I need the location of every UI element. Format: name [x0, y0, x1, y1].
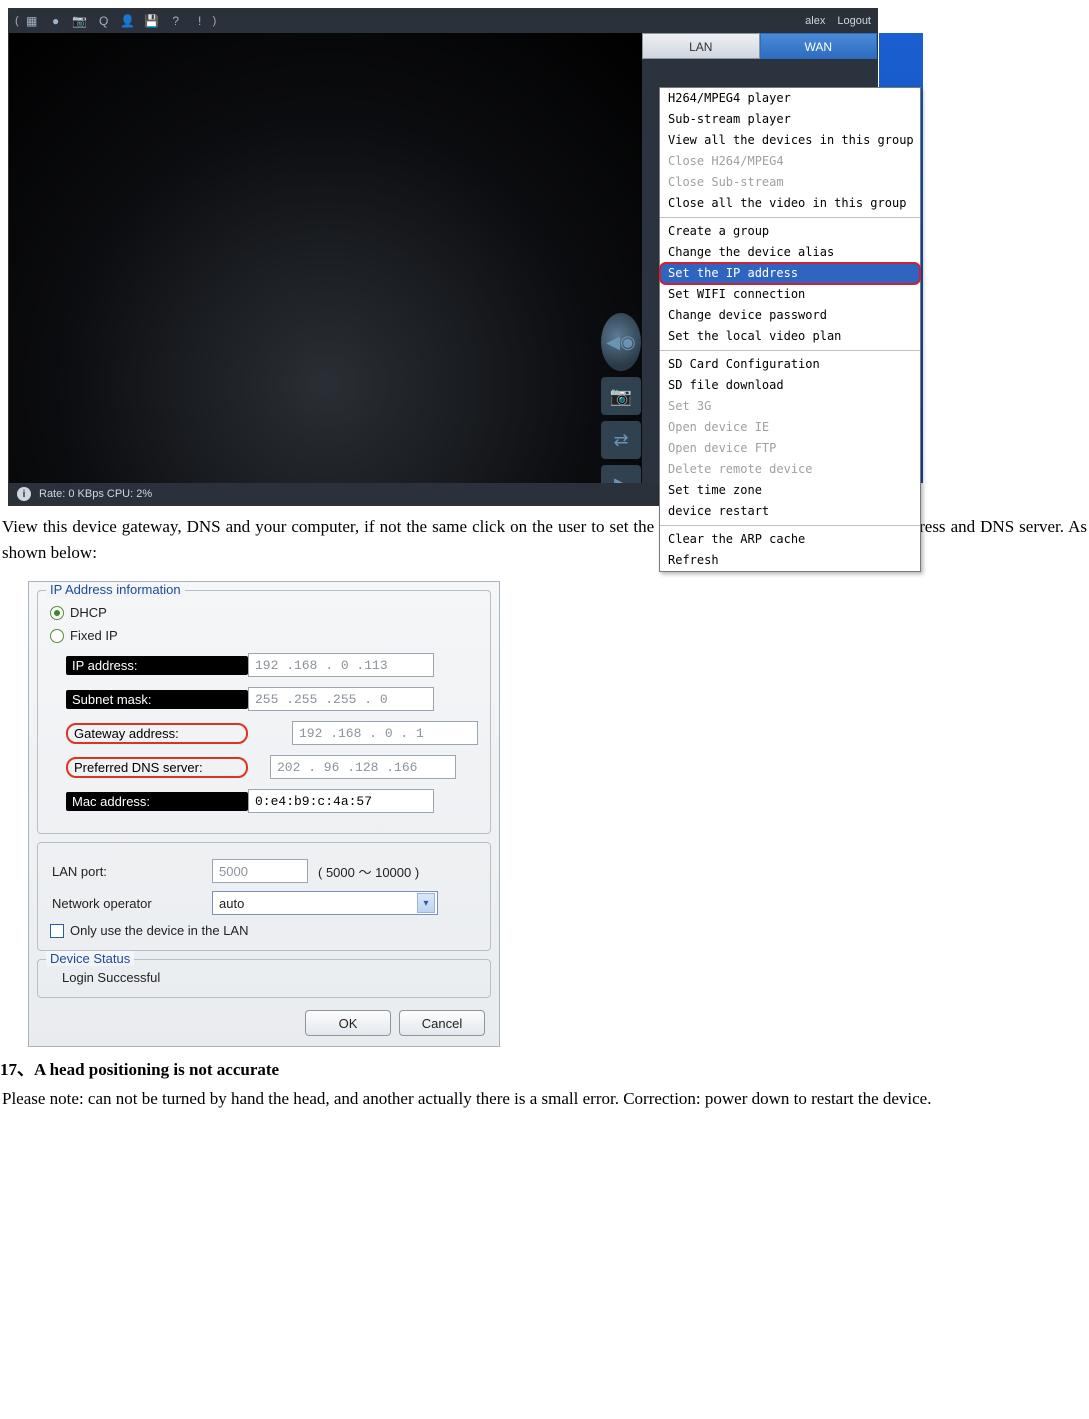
ip-address-label: IP address: — [66, 656, 248, 675]
ptz-side-controls: ◀◉ 📷 ⇄ ▶ — [601, 313, 641, 503]
app-toolbar: ( ▦ ● 📷 Q 👤 💾 ? ! ) alex Logout — [9, 9, 877, 33]
chevron-down-icon[interactable]: ▾ — [417, 893, 435, 913]
doc-heading-17: 17、A head positioning is not accurate — [0, 1055, 1089, 1080]
ptz-swap-icon[interactable]: ⇄ — [601, 421, 641, 459]
mac-address-label: Mac address: — [66, 792, 248, 811]
status-text: Rate: 0 KBps CPU: 2% — [39, 488, 152, 500]
device-context-menu: H264/MPEG4 player Sub-stream player View… — [659, 87, 921, 572]
ctx-refresh[interactable]: Refresh — [660, 550, 920, 571]
toolbar-grid-icon[interactable]: ▦ — [21, 12, 43, 30]
device-status-fieldset: Device Status Login Successful — [37, 959, 491, 998]
mac-address-input[interactable]: 0:e4:b9:c:4a:57 — [248, 789, 434, 813]
lan-port-input[interactable]: 5000 — [212, 859, 308, 883]
gateway-label: Gateway address: — [66, 723, 248, 744]
ctx-local-video-plan[interactable]: Set the local video plan — [660, 326, 920, 347]
device-status-legend: Device Status — [46, 951, 134, 966]
network-operator-label: Network operator — [52, 896, 202, 911]
ctx-close-h264: Close H264/MPEG4 — [660, 151, 920, 172]
dhcp-label: DHCP — [70, 605, 107, 620]
doc-paragraph-1: View this device gateway, DNS and your c… — [0, 514, 1089, 565]
tab-wan[interactable]: WAN — [760, 33, 878, 59]
ctx-separator — [660, 525, 920, 526]
ptz-snapshot-icon[interactable]: 📷 — [601, 377, 641, 415]
ctx-h264-player[interactable]: H264/MPEG4 player — [660, 88, 920, 109]
ctx-set-timezone[interactable]: Set time zone — [660, 480, 920, 501]
toolbar-search-icon[interactable]: Q — [93, 12, 115, 30]
lan-port-range: ( 5000 ～ 10000 ) — [318, 862, 419, 881]
video-preview-area — [9, 33, 642, 483]
ip-info-fieldset: IP Address information DHCP Fixed IP IP … — [37, 590, 491, 834]
toolbar-alert-icon[interactable]: ! — [189, 12, 211, 30]
ip-address-input[interactable]: 192 .168 . 0 .113 — [248, 653, 434, 677]
toolbar-save-icon[interactable]: 💾 — [141, 12, 163, 30]
toolbar-snapshot-icon[interactable]: 📷 — [69, 12, 91, 30]
network-operator-value: auto — [219, 896, 244, 911]
ctx-set-3g: Set 3G — [660, 396, 920, 417]
fixed-ip-radio[interactable] — [50, 629, 64, 643]
subnet-mask-input[interactable]: 255 .255 .255 . 0 — [248, 687, 434, 711]
ctx-change-alias[interactable]: Change the device alias — [660, 242, 920, 263]
ports-fieldset: LAN port: 5000 ( 5000 ～ 10000 ) Network … — [37, 842, 491, 951]
ip-info-legend: IP Address information — [46, 582, 185, 597]
ctx-separator — [660, 350, 920, 351]
ctx-view-all-devices[interactable]: View all the devices in this group — [660, 130, 920, 151]
dns-input[interactable]: 202 . 96 .128 .166 — [270, 755, 456, 779]
ctx-open-ie: Open device IE — [660, 417, 920, 438]
ctx-delete-remote: Delete remote device — [660, 459, 920, 480]
current-user: alex — [805, 15, 825, 27]
ctx-separator — [660, 217, 920, 218]
dhcp-radio[interactable] — [50, 606, 64, 620]
toolbar-user-icon[interactable]: 👤 — [117, 12, 139, 30]
only-lan-label: Only use the device in the LAN — [70, 923, 249, 938]
ctx-create-group[interactable]: Create a group — [660, 221, 920, 242]
ok-button[interactable]: OK — [305, 1010, 391, 1036]
ctx-close-all-video[interactable]: Close all the video in this group — [660, 193, 920, 214]
toolbar-help-icon[interactable]: ? — [165, 12, 187, 30]
info-icon: i — [17, 487, 31, 501]
doc-paragraph-2: Please note: can not be turned by hand t… — [0, 1086, 1089, 1112]
ctx-device-restart[interactable]: device restart — [660, 501, 920, 522]
ctx-close-substream: Close Sub-stream — [660, 172, 920, 193]
lan-port-label: LAN port: — [52, 864, 202, 879]
ctx-set-wifi[interactable]: Set WIFI connection — [660, 284, 920, 305]
ctx-sd-config[interactable]: SD Card Configuration — [660, 354, 920, 375]
only-lan-checkbox[interactable] — [50, 924, 64, 938]
ip-address-dialog: IP Address information DHCP Fixed IP IP … — [28, 581, 500, 1047]
dns-label: Preferred DNS server: — [66, 757, 248, 778]
ctx-sd-download[interactable]: SD file download — [660, 375, 920, 396]
ctx-clear-arp[interactable]: Clear the ARP cache — [660, 529, 920, 550]
gateway-input[interactable]: 192 .168 . 0 . 1 — [292, 721, 478, 745]
camera-client-window: ( ▦ ● 📷 Q 👤 💾 ? ! ) alex Logout LAN WAN … — [8, 8, 878, 506]
subnet-mask-label: Subnet mask: — [66, 690, 248, 709]
ptz-joystick-icon[interactable]: ◀◉ — [601, 313, 641, 371]
ctx-set-ip-address[interactable]: Set the IP address — [660, 263, 920, 284]
ctx-change-password[interactable]: Change device password — [660, 305, 920, 326]
tab-lan[interactable]: LAN — [642, 33, 760, 59]
ctx-open-ftp: Open device FTP — [660, 438, 920, 459]
cancel-button[interactable]: Cancel — [399, 1010, 485, 1036]
logout-link[interactable]: Logout — [837, 15, 871, 27]
ctx-substream-player[interactable]: Sub-stream player — [660, 109, 920, 130]
fixed-ip-label: Fixed IP — [70, 628, 118, 643]
toolbar-record-icon[interactable]: ● — [45, 12, 67, 30]
network-operator-select[interactable]: auto ▾ — [212, 891, 438, 915]
device-status-text: Login Successful — [62, 970, 480, 985]
